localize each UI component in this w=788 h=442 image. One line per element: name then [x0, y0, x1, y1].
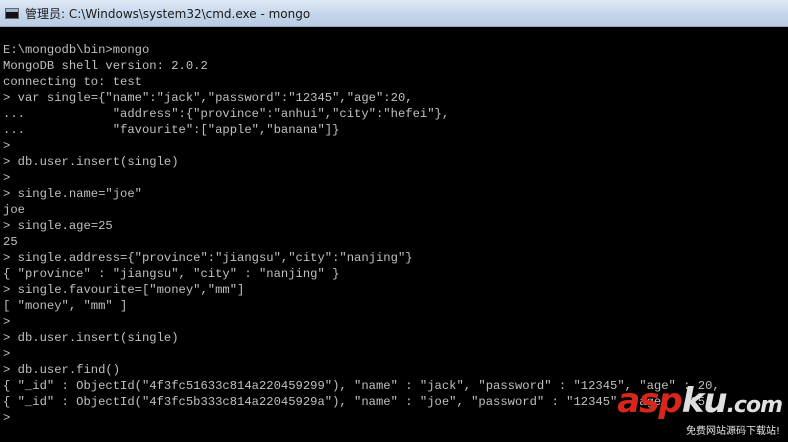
watermark-logo: aspku.com [617, 381, 783, 423]
console-line: > db.user.find() [3, 363, 121, 377]
console-line: [ "money", "mm" ] [3, 299, 128, 313]
console-line: > [3, 315, 11, 329]
console-line: > var single={"name":"jack","password":"… [3, 91, 413, 105]
console-line: > [3, 139, 11, 153]
console-line: > db.user.insert(single) [3, 155, 179, 169]
cmd-app-icon [5, 7, 19, 19]
watermark-logo-red: asp [617, 381, 683, 421]
console-line: > [3, 171, 11, 185]
console-line: > single.address={"province":"jiangsu","… [3, 251, 413, 265]
console-line: ... "favourite":["apple","banana"]} [3, 123, 340, 137]
console-line: > single.name="joe" [3, 187, 142, 201]
console-line: > db.user.insert(single) [3, 331, 179, 345]
watermark-logo-tld: .com [726, 393, 783, 418]
console-area[interactable]: E:\mongodb\bin>mongo MongoDB shell versio… [0, 27, 788, 442]
watermark-logo-white: ku [681, 381, 728, 421]
console-line: > single.favourite=["money","mm"] [3, 283, 245, 297]
console-line: > single.age=25 [3, 219, 113, 233]
console-line: > [3, 347, 11, 361]
console-line: E:\mongodb\bin>mongo [3, 43, 150, 57]
console-line: ... "address":{"province":"anhui","city"… [3, 107, 450, 121]
console-line: { "province" : "jiangsu", "city" : "nanj… [3, 267, 340, 281]
console-line: joe [3, 203, 25, 217]
console-output: E:\mongodb\bin>mongo MongoDB shell versio… [0, 27, 788, 426]
console-line: connecting to: test [3, 75, 142, 89]
watermark-subtitle: 免费网站源码下载站! [617, 421, 782, 438]
window-title: 管理员: C:\Windows\system32\cmd.exe - mongo [25, 6, 311, 21]
watermark: aspku.com 免费网站源码下载站! [617, 381, 783, 438]
console-line: 25 [3, 235, 18, 249]
window-titlebar[interactable]: 管理员: C:\Windows\system32\cmd.exe - mongo [0, 0, 788, 27]
console-line: MongoDB shell version: 2.0.2 [3, 59, 208, 73]
